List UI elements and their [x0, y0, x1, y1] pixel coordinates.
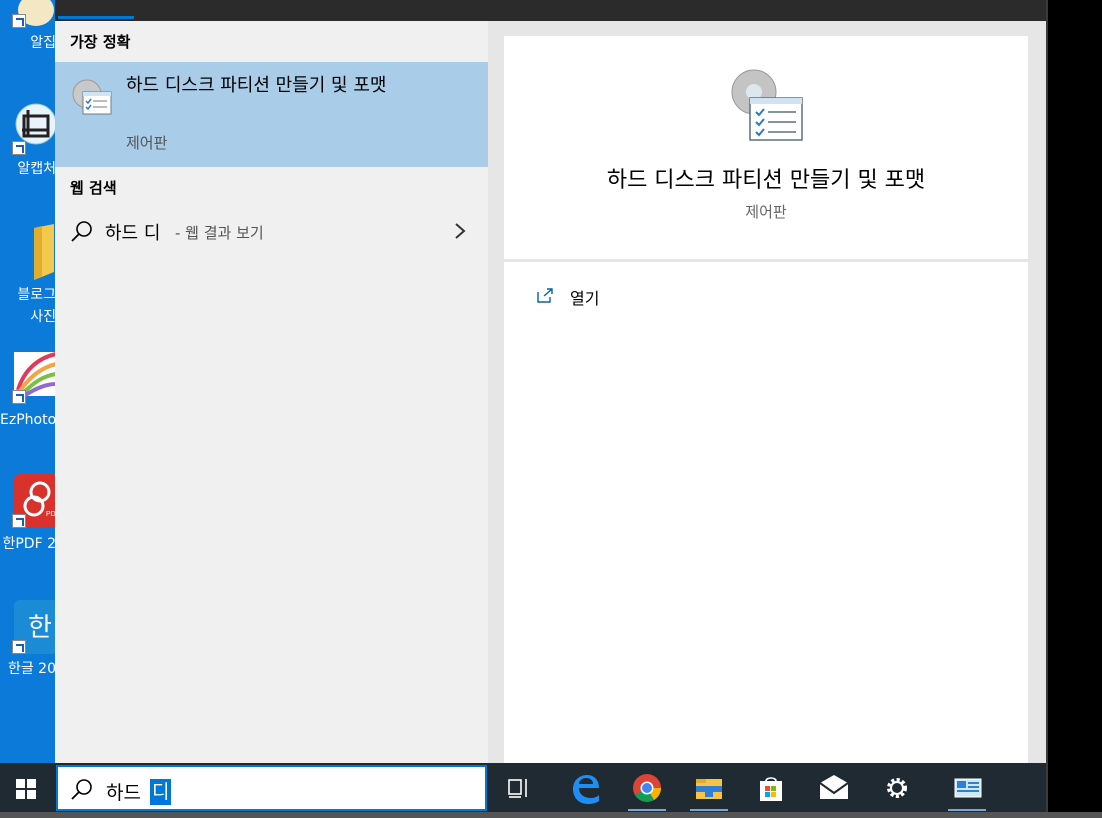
shortcut-arrow-icon [12, 141, 26, 155]
desktop-icon-alcapture[interactable]: 알캡처 [0, 95, 57, 185]
active-tab-indicator [58, 16, 134, 19]
edge-icon [573, 775, 599, 804]
chrome-icon [633, 774, 661, 802]
desktop-icon-label: 한PDF 2 [2, 536, 56, 552]
windows-logo-icon [16, 779, 36, 799]
preview-pane: 하드 디스크 파티션 만들기 및 포맷 제어판 열기 [488, 21, 1046, 763]
actions-card: 열기 [504, 262, 1028, 763]
open-action[interactable]: 열기 [532, 284, 732, 310]
task-view-button[interactable] [500, 769, 538, 807]
settings-button[interactable] [878, 769, 916, 807]
search-icon [71, 221, 92, 242]
taskbar-search-input[interactable]: 하드 디 [56, 765, 487, 811]
best-match-header: 가장 정확 [70, 33, 131, 51]
search-icon [71, 779, 92, 800]
desktop-icon-label: EzPhoto [0, 412, 56, 428]
results-pane: 가장 정확 하드 디스크 파티션 만들기 및 포맷 제어판 웹 검색 하드 디 [55, 21, 488, 763]
shortcut-arrow-icon [12, 14, 26, 28]
search-selected-text: 디 [150, 779, 172, 805]
detail-card: 하드 디스크 파티션 만들기 및 포맷 제어판 [504, 36, 1028, 259]
settings-icon [887, 778, 907, 798]
search-typed-text: 하드 [106, 782, 141, 804]
start-button[interactable] [0, 763, 55, 813]
flyout-top-bar [55, 0, 1046, 21]
shortcut-arrow-icon [12, 640, 26, 654]
desktop-icon-hangul[interactable]: 한 한글 20 [0, 596, 58, 686]
shortcut-arrow-icon [12, 390, 26, 404]
running-indicator [948, 809, 986, 811]
running-indicator [628, 809, 666, 811]
web-search-result[interactable]: 하드 디 - 웹 결과 보기 [55, 211, 488, 251]
desktop-icon-hanpdf[interactable]: PDF 한PDF 2 [0, 470, 58, 560]
taskbar: 하드 디 [0, 763, 1046, 818]
window-border [1046, 0, 1048, 818]
open-action-label: 열기 [570, 289, 600, 308]
desktop-icon-aljip[interactable]: 알집 [0, 0, 56, 60]
desktop-icon-label: 한글 20 [7, 661, 56, 677]
chrome-button[interactable] [628, 769, 666, 811]
search-flyout: 가장 정확 하드 디스크 파티션 만들기 및 포맷 제어판 웹 검색 하드 디 [55, 0, 1046, 763]
chevron-right-icon[interactable] [453, 221, 467, 241]
best-match-result[interactable]: 하드 디스크 파티션 만들기 및 포맷 제어판 [55, 62, 488, 167]
background-window-edge [1046, 0, 1102, 818]
svg-text:한: 한 [28, 613, 52, 643]
shortcut-arrow-icon [12, 514, 26, 528]
task-view-icon [508, 779, 527, 798]
edge-button[interactable] [565, 769, 603, 807]
running-indicator [690, 809, 728, 811]
file-explorer-icon [696, 779, 722, 799]
web-search-query: 하드 디 [105, 223, 161, 244]
desktop-icon-label: 블로그 [17, 287, 56, 303]
file-explorer-button[interactable] [690, 769, 728, 811]
mail-button[interactable] [815, 769, 853, 807]
control-panel-button[interactable] [948, 769, 986, 811]
web-search-suffix: - 웹 결과 보기 [175, 224, 264, 242]
desktop-icon-label: 알집 [30, 35, 56, 51]
detail-title: 하드 디스크 파티션 만들기 및 포맷 [606, 168, 926, 193]
store-button[interactable] [752, 769, 790, 807]
store-icon [760, 777, 782, 801]
taskbar-bottom-edge [0, 812, 1102, 818]
desktop-icon-blog-photos[interactable]: 블로그 사진 [0, 222, 56, 332]
control-panel-icon [954, 778, 982, 798]
desktop-icon-ezphoto[interactable]: EzPhoto [0, 345, 58, 435]
desktop-icon-label-line2: 사진 [30, 309, 56, 325]
desktop-icon-label: 알캡처 [17, 161, 56, 177]
open-external-icon [537, 288, 553, 303]
web-search-header: 웹 검색 [70, 179, 117, 197]
best-match-subtitle: 제어판 [126, 134, 168, 152]
control-panel-icon [731, 69, 803, 141]
best-match-title: 하드 디스크 파티션 만들기 및 포맷 [126, 75, 387, 96]
control-panel-icon [72, 79, 112, 115]
detail-subtitle: 제어판 [745, 203, 787, 221]
folder-icon [34, 224, 54, 280]
mail-icon [819, 775, 849, 799]
